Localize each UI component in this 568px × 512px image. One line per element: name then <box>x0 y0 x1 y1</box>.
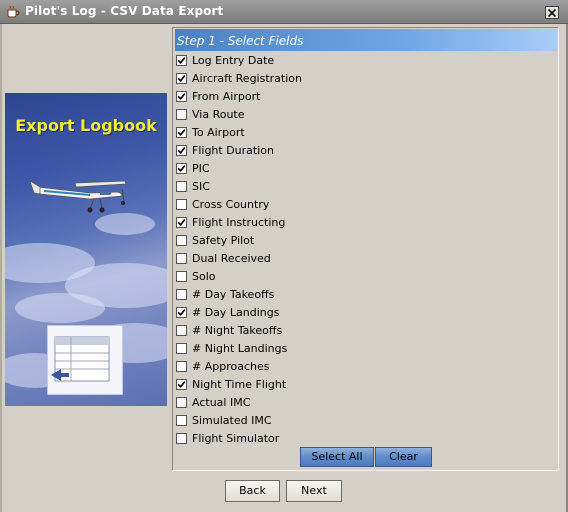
field-checkbox[interactable] <box>176 145 187 156</box>
close-icon <box>548 9 556 17</box>
field-row[interactable]: Aircraft Registration <box>175 70 475 88</box>
field-label: Flight Simulator <box>192 432 280 445</box>
field-checkbox[interactable] <box>176 217 187 228</box>
checkmark-icon <box>177 147 186 155</box>
field-row[interactable]: Flight Duration <box>175 142 475 160</box>
spreadsheet-document-icon <box>47 325 123 395</box>
airplane-icon <box>30 180 127 213</box>
field-checkbox[interactable] <box>176 253 187 264</box>
field-checkbox[interactable] <box>176 127 187 138</box>
field-row[interactable]: SIC <box>175 178 475 196</box>
field-label: Dual Received <box>192 252 271 265</box>
select-all-button[interactable]: Select All <box>300 447 374 467</box>
field-checkbox[interactable] <box>176 55 187 66</box>
field-label: Night Time Flight <box>192 378 287 391</box>
export-banner: Export Logbook <box>5 93 167 406</box>
field-row[interactable]: PIC <box>175 160 475 178</box>
next-button[interactable]: Next <box>286 480 342 502</box>
field-label: SIC <box>192 180 210 193</box>
checkmark-icon <box>177 57 186 65</box>
checkmark-icon <box>177 381 186 389</box>
field-checkbox[interactable] <box>176 109 187 120</box>
field-checkbox[interactable] <box>176 415 187 426</box>
close-button[interactable] <box>545 6 559 19</box>
field-row[interactable]: Flight Instructing <box>175 214 475 232</box>
checkmark-icon <box>177 75 186 83</box>
title-bar[interactable]: Pilot's Log - CSV Data Export <box>0 0 568 24</box>
field-label: From Airport <box>192 90 261 103</box>
field-checkbox[interactable] <box>176 361 187 372</box>
field-row[interactable]: Via Route <box>175 106 475 124</box>
cloud-shape <box>15 293 105 323</box>
field-label: # Night Landings <box>192 342 288 355</box>
field-checkbox[interactable] <box>176 289 187 300</box>
field-row[interactable]: From Airport <box>175 88 475 106</box>
step-header: Step 1 - Select Fields <box>175 29 557 51</box>
field-checkbox[interactable] <box>176 397 187 408</box>
field-row[interactable]: Dual Received <box>175 250 475 268</box>
field-checkbox[interactable] <box>176 181 187 192</box>
field-checkbox[interactable] <box>176 325 187 336</box>
checkmark-icon <box>177 219 186 227</box>
field-label: # Approaches <box>192 360 270 373</box>
field-row[interactable]: Actual IMC <box>175 394 475 412</box>
field-checkbox[interactable] <box>176 73 187 84</box>
banner-title: Export Logbook <box>15 116 157 135</box>
field-row[interactable]: # Night Landings <box>175 340 475 358</box>
field-label: Actual IMC <box>192 396 251 409</box>
coffee-cup-icon <box>7 5 20 18</box>
clear-button[interactable]: Clear <box>375 447 432 467</box>
field-row[interactable]: Night Time Flight <box>175 376 475 394</box>
window-title: Pilot's Log - CSV Data Export <box>25 4 224 18</box>
field-checkbox[interactable] <box>176 91 187 102</box>
cloud-shape <box>95 213 155 235</box>
field-checkbox[interactable] <box>176 343 187 354</box>
field-label: # Day Takeoffs <box>192 288 275 301</box>
field-label: Aircraft Registration <box>192 72 302 85</box>
field-label: PIC <box>192 162 210 175</box>
field-checkbox[interactable] <box>176 307 187 318</box>
window-frame-left <box>0 24 2 512</box>
field-row[interactable]: Solo <box>175 268 475 286</box>
field-checkbox[interactable] <box>176 235 187 246</box>
step-header-label: Step 1 - Select Fields <box>177 34 304 48</box>
field-label: # Night Takeoffs <box>192 324 283 337</box>
field-label: Log Entry Date <box>192 54 275 67</box>
checkmark-icon <box>177 309 186 317</box>
field-row[interactable]: # Day Takeoffs <box>175 286 475 304</box>
checkmark-icon <box>177 129 186 137</box>
field-label: Simulated IMC <box>192 414 272 427</box>
back-button[interactable]: Back <box>225 480 280 502</box>
field-label: Solo <box>192 270 216 283</box>
field-label: Flight Instructing <box>192 216 286 229</box>
field-row[interactable]: # Day Landings <box>175 304 475 322</box>
field-label: # Day Landings <box>192 306 280 319</box>
field-checkbox[interactable] <box>176 163 187 174</box>
field-checkbox[interactable] <box>176 433 187 444</box>
field-row[interactable]: Flight Simulator <box>175 430 475 448</box>
field-row[interactable]: Log Entry Date <box>175 52 475 70</box>
field-checkbox[interactable] <box>176 379 187 390</box>
field-label: Flight Duration <box>192 144 274 157</box>
field-row[interactable]: # Approaches <box>175 358 475 376</box>
field-checkbox[interactable] <box>176 271 187 282</box>
checkmark-icon <box>177 165 186 173</box>
field-label: Via Route <box>192 108 245 121</box>
field-label: Cross Country <box>192 198 270 211</box>
checkmark-icon <box>177 93 186 101</box>
field-checkbox[interactable] <box>176 199 187 210</box>
field-row[interactable]: Simulated IMC <box>175 412 475 430</box>
field-row[interactable]: Cross Country <box>175 196 475 214</box>
field-label: To Airport <box>192 126 245 139</box>
field-label: Safety Pilot <box>192 234 255 247</box>
field-row[interactable]: Safety Pilot <box>175 232 475 250</box>
field-row[interactable]: To Airport <box>175 124 475 142</box>
field-row[interactable]: # Night Takeoffs <box>175 322 475 340</box>
